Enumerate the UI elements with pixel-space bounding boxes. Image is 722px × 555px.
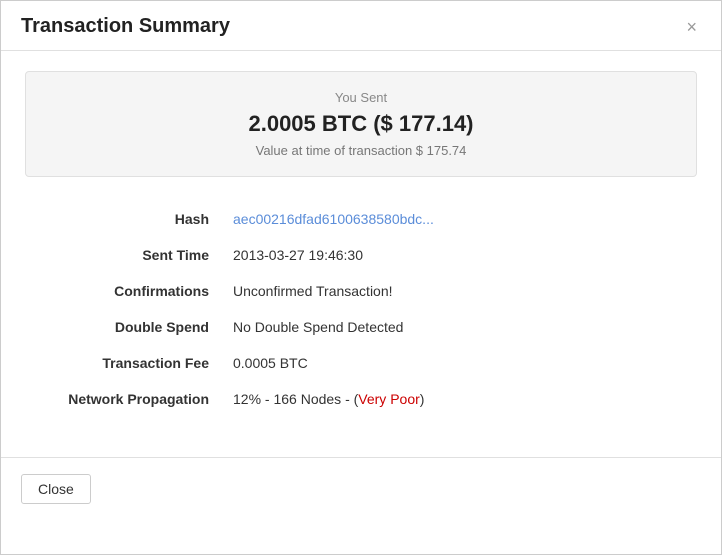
dialog-footer: Close [1,457,721,520]
transaction-fee-label: Transaction Fee [25,345,225,381]
sent-time-label: Sent Time [25,237,225,273]
network-propagation-highlight: Very Poor [358,391,419,407]
network-propagation-prefix: 12% - 166 Nodes - ( [233,391,358,407]
dialog-body: You Sent 2.0005 BTC ($ 177.14) Value at … [1,51,721,437]
double-spend-label: Double Spend [25,309,225,345]
table-row: Double Spend No Double Spend Detected [25,309,697,345]
hash-link[interactable]: aec00216dfad6100638580bdc... [233,211,434,227]
table-row: Sent Time 2013-03-27 19:46:30 [25,237,697,273]
confirmations-label: Confirmations [25,273,225,309]
table-row: Hash aec00216dfad6100638580bdc... [25,201,697,237]
hash-label: Hash [25,201,225,237]
table-row: Transaction Fee 0.0005 BTC [25,345,697,381]
summary-value-at-time: Value at time of transaction $ 175.74 [46,143,676,158]
summary-box: You Sent 2.0005 BTC ($ 177.14) Value at … [25,71,697,177]
confirmations-value: Unconfirmed Transaction! [225,273,697,309]
dialog-header: Transaction Summary × [1,1,721,51]
table-row: Confirmations Unconfirmed Transaction! [25,273,697,309]
sent-time-value: 2013-03-27 19:46:30 [225,237,697,273]
details-table: Hash aec00216dfad6100638580bdc... Sent T… [25,201,697,417]
double-spend-value: No Double Spend Detected [225,309,697,345]
summary-amount: 2.0005 BTC ($ 177.14) [46,111,676,137]
dialog-title: Transaction Summary [21,15,230,38]
close-button[interactable]: Close [21,474,91,504]
close-x-icon[interactable]: × [682,18,701,36]
network-propagation-suffix: ) [420,391,425,407]
transaction-summary-dialog: Transaction Summary × You Sent 2.0005 BT… [0,0,722,555]
network-propagation-value: 12% - 166 Nodes - (Very Poor) [225,381,697,417]
hash-value: aec00216dfad6100638580bdc... [225,201,697,237]
table-row: Network Propagation 12% - 166 Nodes - (V… [25,381,697,417]
network-propagation-label: Network Propagation [25,381,225,417]
you-sent-label: You Sent [46,90,676,105]
transaction-fee-value: 0.0005 BTC [225,345,697,381]
